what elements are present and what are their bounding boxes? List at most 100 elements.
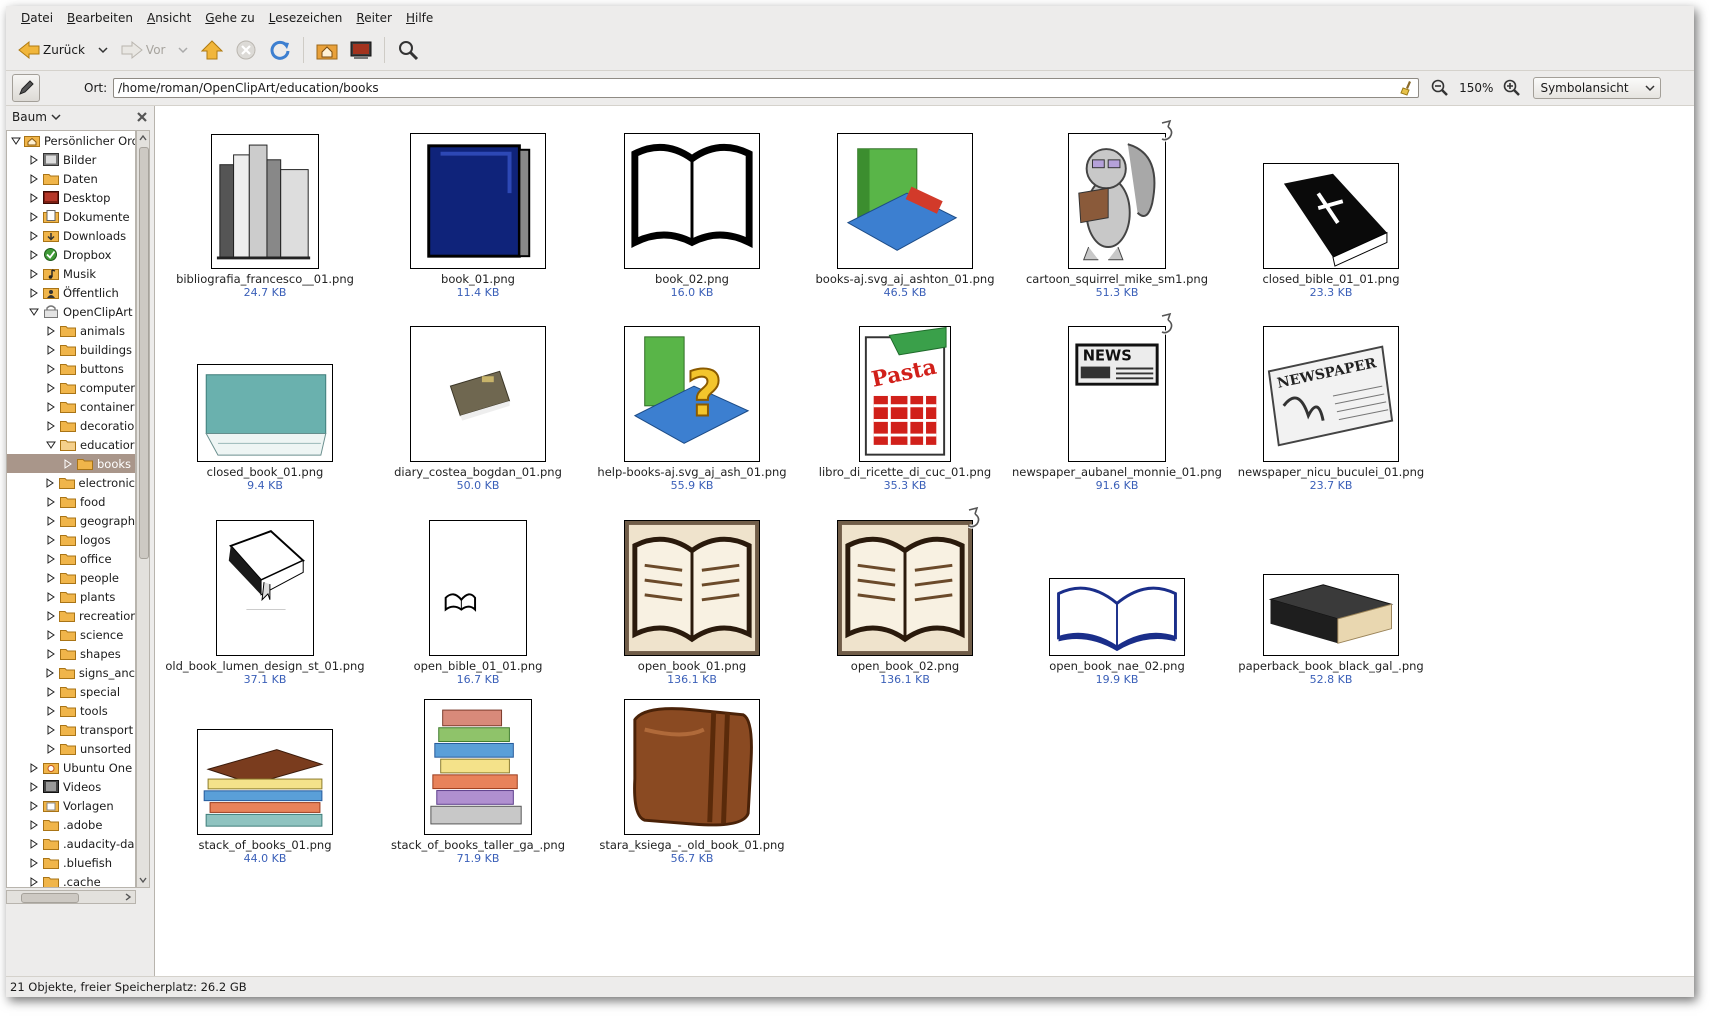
file-thumbnail[interactable]: [624, 133, 760, 269]
expander-closed-icon[interactable]: [45, 420, 57, 431]
file-thumbnail[interactable]: [837, 133, 973, 269]
menu-gehe-zu[interactable]: Gehe zu: [198, 11, 261, 25]
menu-ansicht[interactable]: Ansicht: [140, 11, 198, 25]
menu-reiter[interactable]: Reiter: [349, 11, 399, 25]
forward-history-dropdown[interactable]: [173, 34, 193, 66]
file-thumbnail[interactable]: [410, 133, 546, 269]
file-thumbnail[interactable]: NEWSPAPER: [1263, 326, 1399, 462]
reload-button[interactable]: [265, 34, 295, 66]
expander-closed-icon[interactable]: [28, 249, 40, 260]
tree-item[interactable]: .adobe: [7, 815, 135, 834]
scroll-right-icon[interactable]: [122, 891, 134, 903]
expander-closed-icon[interactable]: [28, 230, 40, 241]
file-name[interactable]: books-aj.svg_aj_ashton_01.png: [795, 272, 1015, 286]
tree-item[interactable]: Ubuntu One: [7, 758, 135, 777]
tree-item[interactable]: Bilder: [7, 150, 135, 169]
file-thumbnail[interactable]: [624, 699, 760, 835]
file-name[interactable]: book_02.png: [582, 272, 802, 286]
file-thumbnail[interactable]: [1263, 574, 1399, 656]
file-thumbnail[interactable]: [410, 326, 546, 462]
tree-item[interactable]: OpenClipArt: [7, 302, 135, 321]
search-button[interactable]: [393, 34, 423, 66]
tree-item[interactable]: container: [7, 397, 135, 416]
expander-closed-icon[interactable]: [45, 686, 57, 697]
tree-item[interactable]: unsorted: [7, 739, 135, 758]
expander-open-icon[interactable]: [45, 440, 57, 450]
computer-button[interactable]: [346, 34, 376, 66]
expander-closed-icon[interactable]: [45, 553, 57, 564]
expander-closed-icon[interactable]: [45, 325, 57, 336]
tree-item[interactable]: science: [7, 625, 135, 644]
sidebar-mode-select[interactable]: Baum: [12, 110, 61, 124]
expander-closed-icon[interactable]: [28, 287, 40, 298]
file-name[interactable]: help-books-aj.svg_aj_ash_01.png: [582, 465, 802, 479]
expander-closed-icon[interactable]: [28, 211, 40, 222]
file-name[interactable]: libro_di_ricette_di_cuc_01.png: [795, 465, 1015, 479]
expander-closed-icon[interactable]: [45, 534, 57, 545]
tree-item[interactable]: Persönlicher Ord: [7, 131, 135, 150]
file-thumbnail[interactable]: [1049, 578, 1185, 656]
expander-closed-icon[interactable]: [45, 667, 56, 678]
tree-item[interactable]: electronic: [7, 473, 135, 492]
expander-closed-icon[interactable]: [28, 819, 40, 830]
file-thumbnail[interactable]: [624, 520, 760, 656]
expander-closed-icon[interactable]: [28, 268, 40, 279]
file-thumbnail[interactable]: [216, 520, 314, 656]
expander-closed-icon[interactable]: [45, 496, 57, 507]
expander-closed-icon[interactable]: [45, 401, 57, 412]
expander-closed-icon[interactable]: [45, 724, 57, 735]
tree-item[interactable]: .bluefish: [7, 853, 135, 872]
file-name[interactable]: old_book_lumen_design_st_01.png: [155, 659, 375, 673]
expander-closed-icon[interactable]: [45, 515, 57, 526]
file-name[interactable]: bibliografia_francesco__01.png: [155, 272, 375, 286]
expander-closed-icon[interactable]: [28, 800, 40, 811]
file-thumbnail[interactable]: [1263, 163, 1399, 269]
tree-item[interactable]: Daten: [7, 169, 135, 188]
file-thumbnail[interactable]: [197, 729, 333, 835]
expander-open-icon[interactable]: [28, 307, 40, 317]
tree-item[interactable]: special: [7, 682, 135, 701]
file-name[interactable]: newspaper_nicu_buculei_01.png: [1221, 465, 1441, 479]
tree-item[interactable]: food: [7, 492, 135, 511]
tree-item[interactable]: Dokumente: [7, 207, 135, 226]
file-name[interactable]: stack_of_books_taller_ga_.png: [368, 838, 588, 852]
tree-item[interactable]: Downloads: [7, 226, 135, 245]
tree-horizontal-scrollbar[interactable]: [6, 890, 136, 904]
expander-closed-icon[interactable]: [45, 344, 57, 355]
tree-item[interactable]: computer: [7, 378, 135, 397]
file-thumbnail[interactable]: [197, 364, 333, 462]
menu-datei[interactable]: Datei: [14, 11, 60, 25]
tree-item[interactable]: office: [7, 549, 135, 568]
tree-item[interactable]: Dropbox: [7, 245, 135, 264]
menu-bearbeiten[interactable]: Bearbeiten: [60, 11, 140, 25]
home-button[interactable]: [312, 34, 342, 66]
menu-hilfe[interactable]: Hilfe: [399, 11, 440, 25]
tree-item[interactable]: animals: [7, 321, 135, 340]
file-thumbnail[interactable]: [1068, 133, 1166, 269]
file-name[interactable]: diary_costea_bogdan_01.png: [368, 465, 588, 479]
file-name[interactable]: paperback_book_black_gal_.png: [1221, 659, 1441, 673]
zoom-level[interactable]: 150%: [1459, 81, 1493, 95]
toggle-location-edit-button[interactable]: [12, 74, 40, 102]
back-button[interactable]: Zurück: [14, 34, 89, 66]
file-name[interactable]: open_bible_01_01.png: [368, 659, 588, 673]
view-mode-select[interactable]: Symbolansicht: [1533, 77, 1662, 99]
tree-item[interactable]: educatior: [7, 435, 135, 454]
tree-item[interactable]: Öffentlich: [7, 283, 135, 302]
file-thumbnail[interactable]: [211, 134, 319, 269]
expander-closed-icon[interactable]: [45, 572, 57, 583]
expander-closed-icon[interactable]: [45, 363, 57, 374]
file-thumbnail[interactable]: [837, 520, 973, 656]
scroll-down-icon[interactable]: [137, 874, 149, 886]
scroll-up-icon[interactable]: [137, 132, 149, 144]
file-name[interactable]: newspaper_aubanel_monnie_01.png: [1007, 465, 1227, 479]
tree-item[interactable]: geograph: [7, 511, 135, 530]
tree-item[interactable]: logos: [7, 530, 135, 549]
menu-lesezeichen[interactable]: Lesezeichen: [262, 11, 350, 25]
expander-closed-icon[interactable]: [28, 173, 40, 184]
tree-item[interactable]: shapes: [7, 644, 135, 663]
up-button[interactable]: [197, 34, 227, 66]
tree-item[interactable]: recreatior: [7, 606, 135, 625]
tree-item[interactable]: .cache: [7, 872, 135, 887]
back-history-dropdown[interactable]: [93, 34, 113, 66]
